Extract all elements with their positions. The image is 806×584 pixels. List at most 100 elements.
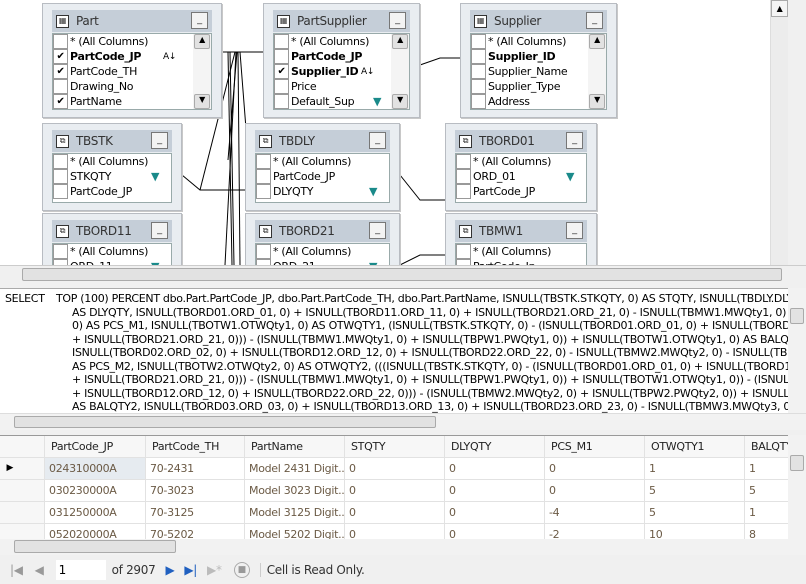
- table-title-bar[interactable]: ⧉ TBORD21 _: [255, 220, 390, 242]
- column-list[interactable]: * (All Columns) ✔ PartCode_JP A↓ ✔ PartCode_T…: [52, 33, 212, 110]
- column-list[interactable]: * (All Columns) PartCode_JP DLYQTY ▼: [255, 153, 390, 203]
- grid-cell[interactable]: 0: [445, 458, 545, 479]
- table-box-tbord11[interactable]: ⧉ TBORD11 _ * (All Columns)ORD_11▼: [42, 213, 182, 265]
- grid-cell[interactable]: 030230000A: [45, 480, 146, 501]
- table-box-partsupplier[interactable]: ▦ PartSupplier _ * (All Columns) PartCode_JP…: [263, 3, 420, 118]
- last-record-button[interactable]: ▶|: [184, 563, 197, 577]
- scroll-thumb[interactable]: [14, 416, 436, 428]
- record-number-input[interactable]: [55, 560, 106, 580]
- column-row[interactable]: * (All Columns): [53, 34, 211, 49]
- column-row[interactable]: Drawing_No: [53, 79, 211, 94]
- grid-cell[interactable]: 5: [745, 480, 788, 501]
- table-box-part[interactable]: ▦ Part _ * (All Columns) ✔ PartCode_JP A↓ ✔ Part…: [42, 3, 222, 118]
- table-title-bar[interactable]: ▦ Part _: [52, 10, 212, 32]
- row-selector[interactable]: [0, 502, 45, 523]
- grid-cell[interactable]: 70-2431: [146, 458, 245, 479]
- minimize-button[interactable]: _: [369, 132, 386, 149]
- grid-cell[interactable]: 5: [645, 480, 745, 501]
- column-list[interactable]: * (All Columns) STKQTY ▼ PartCode_JP: [52, 153, 172, 203]
- column-checkbox[interactable]: [471, 49, 486, 64]
- table-row[interactable]: ▶ 024310000A 70-2431 Model 2431 Digit... 0 0 0…: [0, 458, 788, 480]
- table-row[interactable]: 030230000A 70-3023 Model 3023 Digit... 0 0 0 5…: [0, 480, 788, 502]
- column-list-scrollbar[interactable]: ▲ ▼: [193, 34, 211, 109]
- column-checkbox[interactable]: [53, 79, 68, 94]
- minimize-button[interactable]: _: [191, 12, 208, 29]
- column-checkbox[interactable]: [471, 79, 486, 94]
- column-checkbox[interactable]: [256, 184, 271, 199]
- table-title-bar[interactable]: ⧉ TBDLY _: [255, 130, 390, 152]
- column-row[interactable]: ✔ Supplier_ID A↓: [274, 64, 409, 79]
- column-checkbox[interactable]: [274, 49, 289, 64]
- column-row[interactable]: Address: [471, 94, 606, 109]
- column-checkbox[interactable]: [456, 169, 471, 184]
- previous-record-button[interactable]: ◀: [35, 563, 44, 577]
- column-row[interactable]: DLYQTY ▼: [256, 184, 389, 199]
- scroll-thumb[interactable]: [14, 540, 176, 553]
- column-checkbox[interactable]: [274, 79, 289, 94]
- grid-cell[interactable]: Model 3125 Digit...: [245, 502, 345, 523]
- minimize-button[interactable]: _: [389, 12, 406, 29]
- grid-cell[interactable]: 0: [345, 502, 445, 523]
- column-checkbox[interactable]: ✔: [53, 49, 68, 64]
- column-list[interactable]: * (All Columns)ORD_11▼: [52, 243, 172, 265]
- table-box-tbstk[interactable]: ⧉ TBSTK _ * (All Columns) STKQTY ▼ PartCode_JP: [42, 123, 182, 211]
- column-checkbox[interactable]: ✔: [53, 94, 68, 109]
- column-row[interactable]: PartCode_JP: [456, 184, 586, 199]
- column-checkbox[interactable]: [53, 169, 68, 184]
- diagram-vertical-scrollbar[interactable]: ▲: [770, 0, 788, 265]
- column-row[interactable]: PartCode_JP: [256, 169, 389, 184]
- grid-cell[interactable]: 0: [345, 480, 445, 501]
- column-row[interactable]: STKQTY ▼: [53, 169, 171, 184]
- diagram-horizontal-scrollbar[interactable]: [0, 265, 806, 283]
- first-record-button[interactable]: |◀: [10, 563, 23, 577]
- column-row[interactable]: * (All Columns): [53, 244, 171, 259]
- grid-cell[interactable]: -4: [545, 502, 645, 523]
- column-list-scrollbar[interactable]: ▲ ▼: [391, 34, 409, 109]
- sql-vertical-scrollbar[interactable]: [788, 288, 806, 413]
- table-box-tbmw1[interactable]: ⧉ TBMW1 _ * (All Columns)PartCode_Jp: [445, 213, 597, 265]
- column-row[interactable]: ✔ PartCode_TH: [53, 64, 211, 79]
- column-list[interactable]: * (All Columns)PartCode_Jp: [455, 243, 587, 265]
- grid-cell[interactable]: 0: [545, 458, 645, 479]
- column-header[interactable]: PCS_M1: [545, 436, 645, 457]
- scroll-up-arrow[interactable]: ▲: [771, 0, 788, 17]
- column-list[interactable]: * (All Columns) ORD_01 ▼ PartCode_JP: [455, 153, 587, 203]
- column-header[interactable]: OTWQTY1: [645, 436, 745, 457]
- grid-cell[interactable]: Model 2431 Digit...: [245, 458, 345, 479]
- table-title-bar[interactable]: ⧉ TBORD01 _: [455, 130, 587, 152]
- grid-cell[interactable]: 5: [645, 502, 745, 523]
- table-title-bar[interactable]: ⧉ TBSTK _: [52, 130, 172, 152]
- table-box-tbord21[interactable]: ⧉ TBORD21 _ * (All Columns)ORD_21▼: [245, 213, 400, 265]
- column-row[interactable]: * (All Columns): [456, 154, 586, 169]
- grid-cell[interactable]: 031250000A: [45, 502, 146, 523]
- column-checkbox[interactable]: [274, 34, 289, 49]
- column-header[interactable]: PartCode_TH: [146, 436, 245, 457]
- column-list[interactable]: * (All Columns) Supplier_ID Supplier_Name S…: [470, 33, 607, 110]
- table-title-bar[interactable]: ▦ PartSupplier _: [273, 10, 410, 32]
- minimize-button[interactable]: _: [151, 222, 168, 239]
- column-checkbox[interactable]: [53, 34, 68, 49]
- column-checkbox[interactable]: [53, 244, 68, 259]
- column-checkbox[interactable]: [256, 154, 271, 169]
- column-checkbox[interactable]: ✔: [53, 64, 68, 79]
- minimize-button[interactable]: _: [586, 12, 603, 29]
- column-list-scrollbar[interactable]: ▲ ▼: [588, 34, 606, 109]
- grid-cell[interactable]: 0: [345, 458, 445, 479]
- row-selector[interactable]: [0, 480, 45, 501]
- grid-cell[interactable]: 70-3023: [146, 480, 245, 501]
- table-box-tbdly[interactable]: ⧉ TBDLY _ * (All Columns) PartCode_JP DLYQTY ▼: [245, 123, 400, 211]
- grid-cell[interactable]: 70-3125: [146, 502, 245, 523]
- column-row[interactable]: Price: [274, 79, 409, 94]
- column-header[interactable]: DLYQTY: [445, 436, 545, 457]
- row-selector[interactable]: ▶: [0, 458, 45, 479]
- column-row[interactable]: ✔ PartCode_JP A↓: [53, 49, 211, 64]
- table-box-supplier[interactable]: ▦ Supplier _ * (All Columns) Supplier_ID Supp…: [460, 3, 617, 118]
- column-header[interactable]: BALQTY1: [745, 436, 788, 457]
- column-row[interactable]: * (All Columns): [456, 244, 586, 259]
- column-row[interactable]: Supplier_Name: [471, 64, 606, 79]
- scroll-thumb[interactable]: [22, 268, 782, 281]
- grid-horizontal-scrollbar[interactable]: [0, 539, 806, 555]
- table-box-tbord01[interactable]: ⧉ TBORD01 _ * (All Columns) ORD_01 ▼ PartCode_…: [445, 123, 597, 211]
- column-checkbox[interactable]: [274, 94, 289, 109]
- grid-cell[interactable]: 1: [745, 502, 788, 523]
